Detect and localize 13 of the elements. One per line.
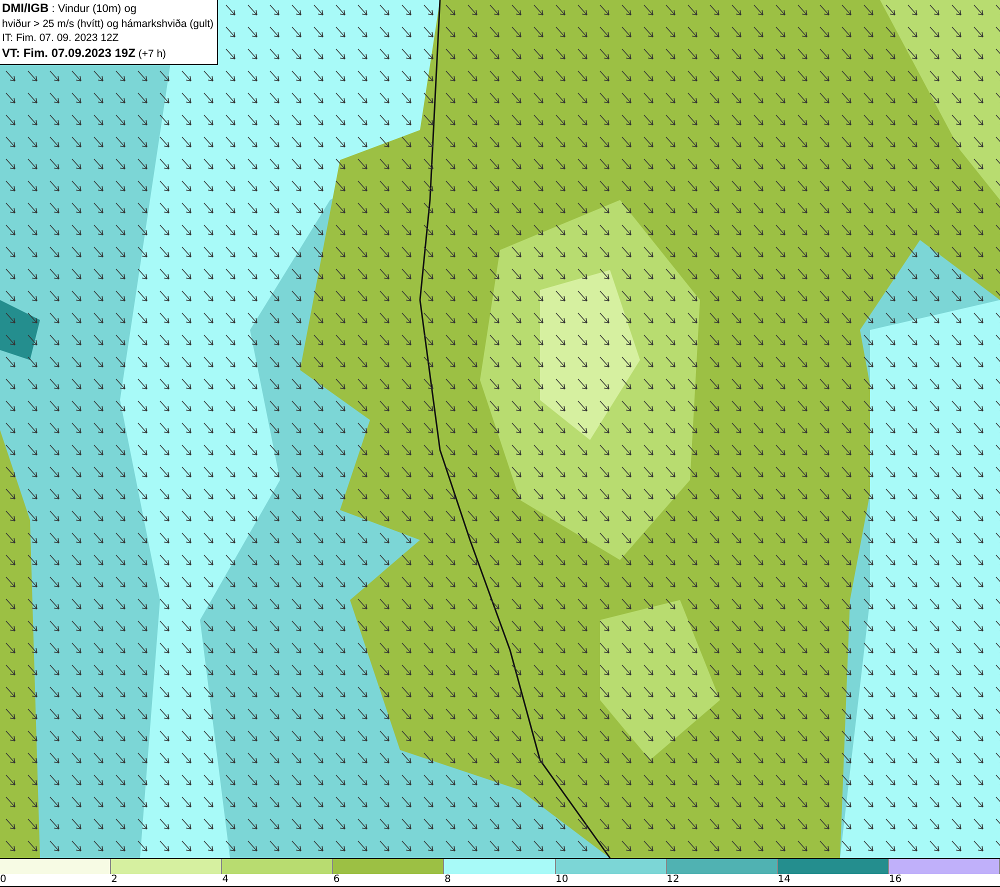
legend-tick-label: 6: [333, 874, 340, 886]
info-text: VT: Fim. 07.09.2023 19Z (+7 h): [2, 46, 168, 61]
info-text: DMI/IGB : Vindur (10m) og: [2, 1, 138, 16]
legend-tick-label: 2: [111, 874, 118, 886]
info-text: IT: Fim. 07. 09. 2023 12Z: [2, 31, 120, 46]
legend-tick-label: 16: [888, 874, 902, 886]
legend-tick-label: 14: [778, 874, 790, 886]
legend-tick-label: 12: [666, 874, 680, 886]
legend-tick-label: 0: [0, 874, 6, 886]
legend-tick-label: 8: [444, 874, 451, 886]
legend-tick-label: 4: [222, 874, 229, 886]
info-text: hviður > 25 m/s (hvítt) og hámarkshviða (gult): [2, 16, 214, 31]
legend-tick-label: 10: [556, 874, 568, 886]
